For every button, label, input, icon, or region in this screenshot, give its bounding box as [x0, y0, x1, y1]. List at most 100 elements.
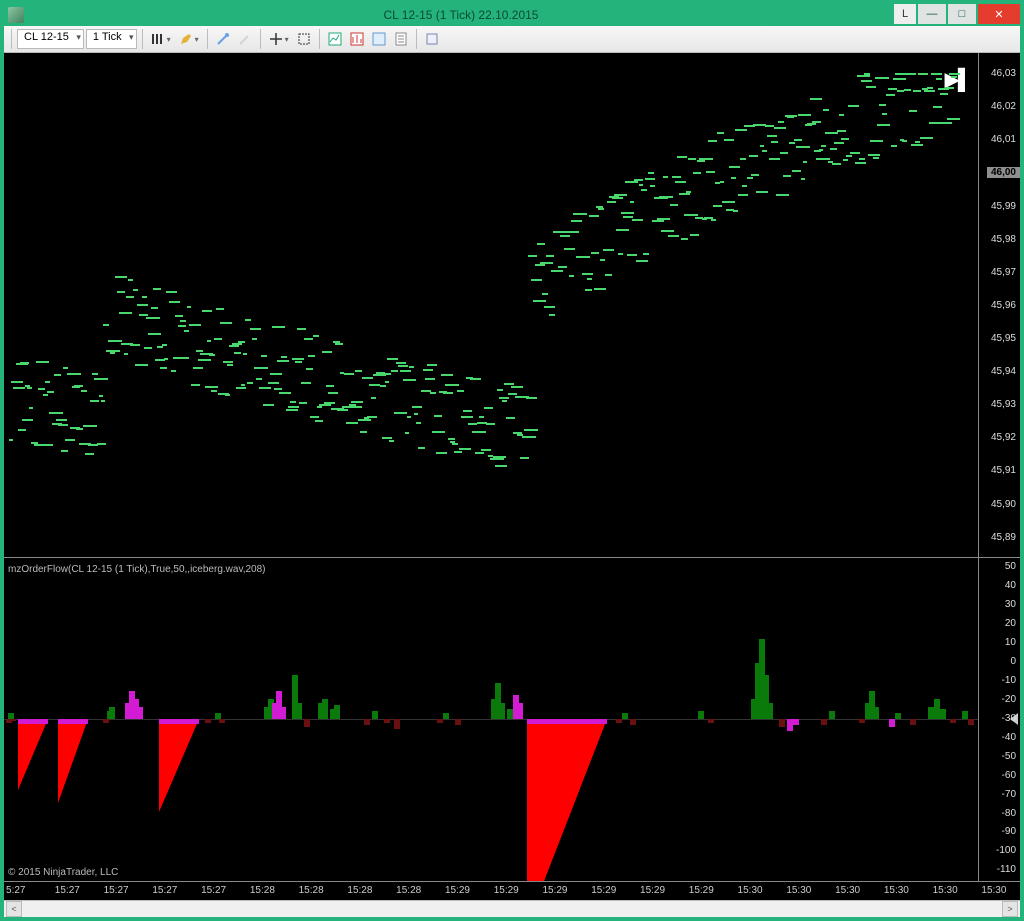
- tick-print: [618, 253, 622, 255]
- orderflow-bar: [793, 719, 799, 725]
- orderflow-bar: [10, 719, 16, 721]
- interval-dropdown[interactable]: 1 Tick: [86, 29, 137, 49]
- tick-print: [499, 397, 509, 399]
- tick-print: [807, 123, 816, 125]
- crosshair-icon[interactable]: [266, 29, 292, 49]
- tick-print: [209, 354, 215, 356]
- horizontal-scrollbar[interactable]: < >: [4, 900, 1020, 917]
- tick-print: [405, 432, 410, 434]
- tick-print: [594, 288, 607, 290]
- tick-print: [812, 121, 821, 123]
- strategies-icon[interactable]: [369, 29, 389, 49]
- close-button[interactable]: ✕: [978, 4, 1020, 24]
- scroll-left-button[interactable]: <: [6, 901, 22, 917]
- time-axis-label: 15:30: [786, 885, 811, 896]
- tick-print: [528, 255, 536, 257]
- tick-print: [670, 204, 678, 206]
- tick-print: [668, 235, 679, 237]
- zoom-region-icon[interactable]: [294, 29, 314, 49]
- time-axis-label: 15:30: [884, 885, 909, 896]
- orderflow-pane[interactable]: mzOrderFlow(CL 12-15 (1 Tick),True,50,,i…: [4, 558, 1020, 881]
- tick-print: [353, 406, 362, 408]
- price-axis[interactable]: 46,0346,0246,0146,0045,9945,9845,9745,96…: [978, 53, 1020, 557]
- bars-style-icon[interactable]: [148, 29, 174, 49]
- time-axis-label: 15:29: [542, 885, 567, 896]
- flow-axis[interactable]: 50403020100-10-20-30-40-50-60-70-80-90-1…: [978, 558, 1020, 881]
- orderflow-bar: [372, 711, 378, 719]
- tick-print: [542, 293, 548, 295]
- tick-print: [43, 394, 49, 396]
- flow-axis-label: 30: [1005, 599, 1016, 610]
- tick-print: [317, 406, 322, 408]
- tick-print: [891, 145, 897, 147]
- tick-print: [780, 152, 787, 154]
- tick-print: [142, 296, 148, 298]
- tick-print: [472, 431, 486, 433]
- tick-print: [733, 210, 738, 212]
- tick-print: [479, 416, 484, 418]
- tick-print: [560, 235, 570, 237]
- tick-print: [924, 90, 935, 92]
- tick-print: [135, 364, 148, 366]
- tick-print: [115, 276, 128, 278]
- time-axis[interactable]: 5:2715:2715:2715:2715:2715:2815:2815:281…: [4, 881, 1020, 900]
- indicator-label: mzOrderFlow(CL 12-15 (1 Tick),True,50,,i…: [8, 564, 266, 575]
- instrument-dropdown[interactable]: CL 12-15: [17, 29, 84, 49]
- tick-print: [299, 402, 307, 404]
- tick-print: [40, 444, 53, 446]
- price-axis-label: 45,94: [991, 366, 1016, 377]
- price-pane[interactable]: ▶▌ 46,0346,0246,0146,0045,9945,9845,9745…: [4, 53, 1020, 558]
- price-axis-label: 45,99: [991, 201, 1016, 212]
- orderflow-wedge: [159, 719, 199, 815]
- chart-area[interactable]: ▶▌ 46,0346,0246,0146,0045,9945,9845,9745…: [4, 53, 1020, 917]
- tick-print: [425, 378, 435, 380]
- price-axis-label: 46,03: [991, 68, 1016, 79]
- tick-print: [789, 142, 794, 144]
- tick-print: [884, 77, 889, 79]
- tick-print: [911, 144, 923, 146]
- indicators-icon[interactable]: [347, 29, 367, 49]
- tick-print: [546, 255, 554, 257]
- tick-print: [927, 87, 933, 89]
- tick-print: [679, 193, 690, 195]
- eraser-icon[interactable]: [235, 29, 255, 49]
- scroll-right-button[interactable]: >: [1002, 901, 1018, 917]
- tick-print: [56, 419, 66, 421]
- layout-button[interactable]: L: [894, 4, 916, 24]
- tick-print: [139, 314, 148, 316]
- tick-print: [367, 416, 378, 418]
- tick-print: [344, 373, 354, 375]
- tick-print: [164, 358, 168, 360]
- tick-print: [893, 78, 906, 80]
- draw-pencil-icon[interactable]: [176, 29, 202, 49]
- tick-print: [724, 139, 734, 141]
- tick-print: [335, 343, 343, 345]
- flow-axis-label: 50: [1005, 561, 1016, 572]
- tick-print: [243, 353, 247, 355]
- orderflow-bar: [296, 703, 302, 719]
- tick-print: [771, 141, 778, 143]
- data-series-icon[interactable]: [325, 29, 345, 49]
- orderflow-bar: [859, 719, 865, 723]
- tick-print: [281, 356, 287, 358]
- orderflow-bar: [821, 719, 827, 725]
- tick-print: [690, 234, 699, 236]
- tick-print: [798, 114, 810, 116]
- titlebar[interactable]: CL 12-15 (1 Tick) 22.10.2015 L — □ ✕: [4, 4, 1020, 26]
- tick-print: [747, 177, 753, 179]
- tick-print: [783, 175, 791, 177]
- tick-print: [762, 150, 766, 152]
- magic-wand-icon[interactable]: [213, 29, 233, 49]
- tick-print: [603, 249, 614, 251]
- orderflow-wedge: [527, 719, 607, 880]
- tick-print: [427, 364, 437, 366]
- minimize-button[interactable]: —: [918, 4, 946, 24]
- maximize-button[interactable]: □: [948, 4, 976, 24]
- tick-print: [418, 447, 425, 449]
- chart-templates-icon[interactable]: [422, 29, 442, 49]
- tick-print: [866, 86, 876, 88]
- tick-print: [61, 450, 69, 452]
- tick-print: [906, 73, 915, 75]
- properties-icon[interactable]: [391, 29, 411, 49]
- tick-print: [432, 431, 445, 433]
